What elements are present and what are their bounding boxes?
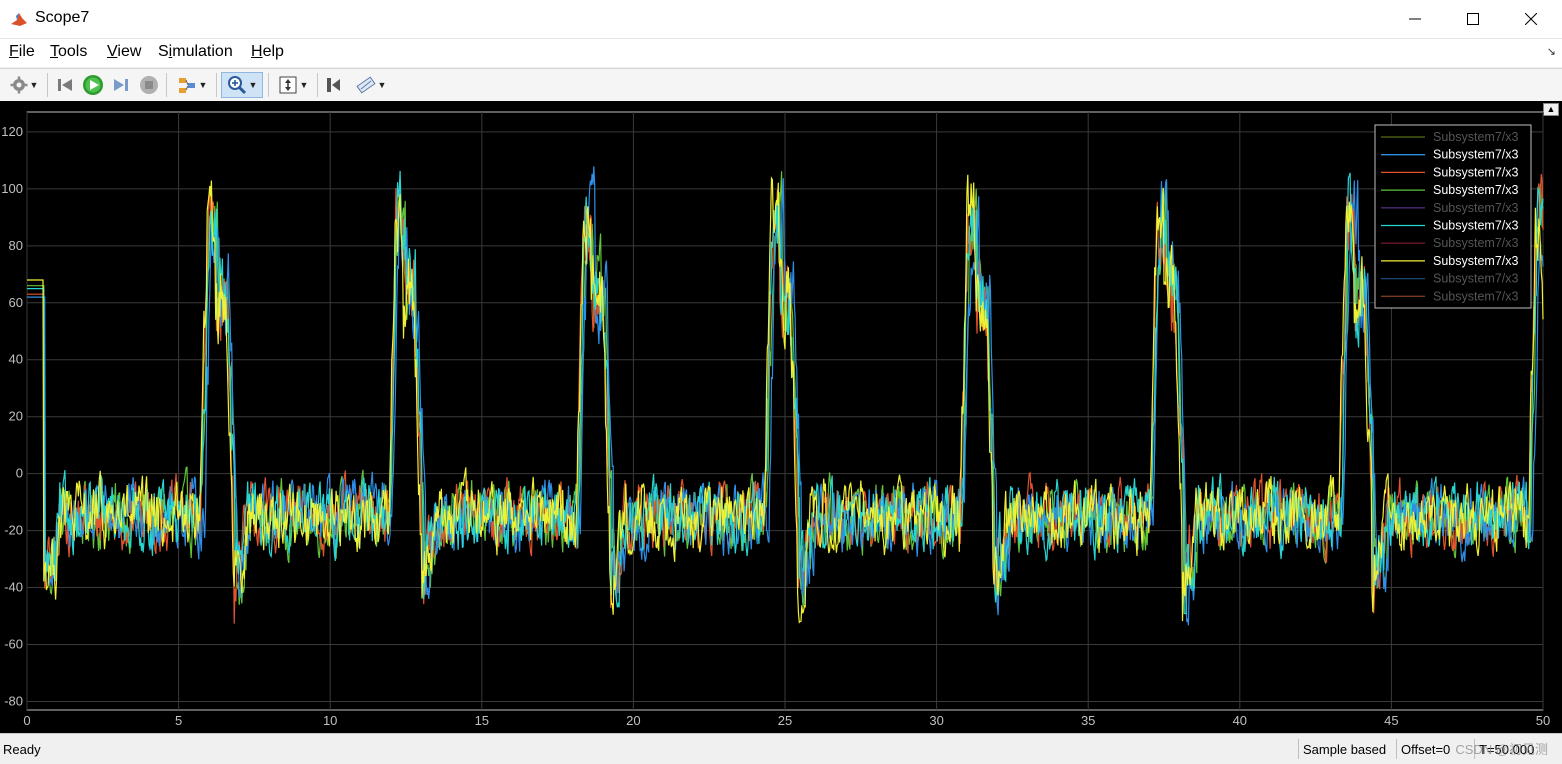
legend-entry-label[interactable]: Subsystem7/x3 [1433, 254, 1519, 268]
toolbar-separator [47, 73, 48, 97]
toolbar: ▼ ▼ ▼ ▼ ▼ [0, 68, 1562, 102]
minimize-icon [1409, 18, 1421, 20]
measurement-tool-button[interactable]: ▼ [350, 72, 392, 98]
toolbar-separator [216, 73, 217, 97]
y-tick-label: 60 [9, 295, 23, 310]
chevron-down-icon[interactable]: ▼ [249, 80, 258, 90]
legend[interactable]: Subsystem7/x3 Subsystem7/x3 Subsystem7/x3 S… [1374, 124, 1532, 309]
run-button[interactable] [81, 72, 105, 98]
legend-entry-label[interactable]: Subsystem7/x3 [1433, 148, 1519, 162]
status-sample-mode: Sample based [1298, 739, 1394, 759]
cursor-measure-button[interactable] [322, 72, 346, 98]
x-tick-label: 40 [1233, 713, 1247, 728]
stop-button[interactable] [137, 72, 161, 98]
menu-file[interactable]: File [9, 43, 35, 61]
legend-entry-label[interactable]: Subsystem7/x3 [1433, 272, 1519, 286]
x-tick-label: 50 [1536, 713, 1550, 728]
step-forward-button[interactable] [109, 72, 133, 98]
autoscale-button[interactable]: ▼ [273, 72, 313, 98]
status-ready: Ready [3, 742, 41, 757]
x-tick-label: 0 [23, 713, 30, 728]
legend-entry-label[interactable]: Subsystem7/x3 [1433, 165, 1519, 179]
settings-button[interactable]: ▼ [5, 72, 43, 98]
y-tick-label: 80 [9, 238, 23, 253]
measurement-tool-icon [355, 76, 376, 94]
signal-highlight-icon [178, 78, 195, 93]
signal-highlight-button[interactable]: ▼ [172, 72, 212, 98]
legend-entry-label[interactable]: Subsystem7/x3 [1433, 289, 1519, 303]
autoscale-icon [279, 76, 297, 94]
x-tick-label: 35 [1081, 713, 1095, 728]
y-tick-label: -20 [4, 523, 23, 538]
run-icon [83, 75, 103, 95]
legend-entry-label[interactable]: Subsystem7/x3 [1433, 236, 1519, 250]
y-tick-label: -40 [4, 580, 23, 595]
chevron-down-icon[interactable]: ▼ [378, 80, 387, 90]
y-tick-label: 20 [9, 409, 23, 424]
x-tick-label: 10 [323, 713, 337, 728]
menu-help[interactable]: Help [251, 43, 284, 61]
toolbar-separator [317, 73, 318, 97]
chevron-down-icon[interactable]: ▼ [199, 80, 208, 90]
chevron-down-icon[interactable]: ▼ [30, 80, 39, 90]
matlab-app-icon [11, 13, 27, 26]
toolbar-separator [166, 73, 167, 97]
stop-icon [140, 76, 158, 94]
step-forward-icon [114, 79, 128, 91]
y-tick-label: 40 [9, 352, 23, 367]
zoom-in-button[interactable]: ▼ [221, 72, 263, 98]
step-back-icon [58, 79, 72, 91]
x-tick-label: 30 [929, 713, 943, 728]
menu-tools[interactable]: Tools [50, 43, 87, 61]
y-tick-label: 120 [1, 124, 23, 139]
maximize-icon [1467, 13, 1479, 25]
window-title: Scope7 [35, 9, 90, 26]
watermark: CSDN @初见测 [1455, 742, 1548, 757]
legend-entry-label[interactable]: Subsystem7/x3 [1433, 219, 1519, 233]
menu-view[interactable]: View [107, 43, 141, 61]
scope-display[interactable]: ▲ 0 5 10 15 20 25 30 35 40 45 50 -80 -60 -40 -20 0 20 40… [0, 101, 1562, 733]
y-tick-label: -60 [4, 637, 23, 652]
cursor-measure-icon [327, 78, 340, 92]
toolbar-separator [268, 73, 269, 97]
close-button[interactable] [1502, 0, 1560, 38]
close-icon [1525, 13, 1537, 25]
y-tick-label: -80 [4, 693, 23, 708]
x-tick-labels: 0 5 10 15 20 25 30 35 40 45 50 [23, 713, 1550, 728]
dock-arrow-icon[interactable]: ↘ [1547, 45, 1556, 58]
window-titlebar: Scope7 [0, 0, 1562, 39]
x-tick-label: 45 [1384, 713, 1398, 728]
menu-bar: File Tools View Simulation Help ↘ [0, 39, 1562, 67]
menu-simulation[interactable]: Simulation [158, 43, 233, 61]
maximize-button[interactable] [1444, 0, 1502, 38]
step-back-button[interactable] [53, 72, 77, 98]
settings-gear-icon [10, 76, 28, 94]
x-tick-label: 20 [626, 713, 640, 728]
x-tick-label: 5 [175, 713, 182, 728]
minimize-button[interactable] [1386, 0, 1444, 38]
chevron-down-icon[interactable]: ▼ [300, 80, 309, 90]
scope-plot[interactable]: 0 5 10 15 20 25 30 35 40 45 50 -80 -60 -40 -20 0 20 40 60… [0, 101, 1562, 733]
legend-entry-label[interactable]: Subsystem7/x3 [1433, 201, 1519, 215]
status-bar: Ready Sample based Offset=0 T=50.000 CSD… [0, 733, 1562, 764]
y-tick-labels: -80 -60 -40 -20 0 20 40 60 80 100 120 [1, 124, 23, 709]
zoom-in-icon [227, 76, 246, 95]
legend-entry-label[interactable]: Subsystem7/x3 [1433, 183, 1519, 197]
x-tick-label: 15 [475, 713, 489, 728]
x-tick-label: 25 [778, 713, 792, 728]
y-tick-label: 0 [16, 466, 23, 481]
legend-entry-label[interactable]: Subsystem7/x3 [1433, 130, 1519, 144]
y-tick-label: 100 [1, 181, 23, 196]
